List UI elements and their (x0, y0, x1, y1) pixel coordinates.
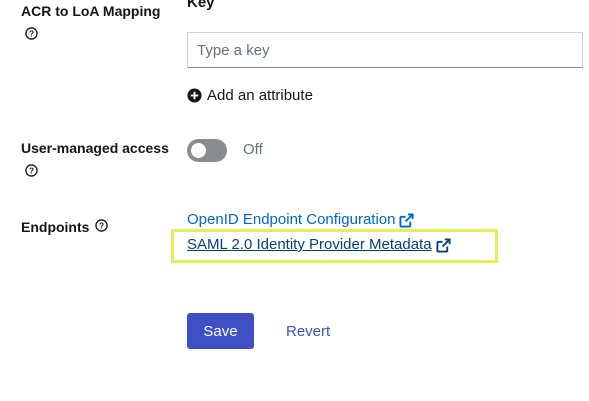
svg-text:?: ? (29, 166, 34, 176)
svg-text:?: ? (29, 29, 34, 39)
user-managed-access-label: User-managed access (21, 140, 169, 156)
save-button[interactable]: Save (187, 313, 254, 349)
acr-loa-mapping-label: ACR to LoA Mapping (21, 3, 161, 19)
plus-circle-icon (187, 87, 202, 103)
add-attribute-label: Add an attribute (207, 86, 313, 104)
key-column-heading: Key (187, 0, 215, 11)
svg-text:?: ? (99, 221, 104, 231)
external-link-icon (436, 237, 451, 253)
openid-endpoint-link-label: OpenID Endpoint Configuration (187, 211, 396, 228)
key-input[interactable] (187, 32, 583, 68)
revert-button[interactable]: Revert (272, 313, 344, 349)
user-managed-access-switch[interactable] (187, 139, 227, 162)
switch-state-text: Off (243, 141, 263, 158)
help-icon[interactable]: ? (25, 27, 38, 40)
endpoints-label: Endpoints (21, 219, 90, 235)
add-attribute-button[interactable]: Add an attribute (187, 86, 313, 104)
external-link-icon (399, 212, 415, 228)
saml-metadata-link-label: SAML 2.0 Identity Provider Metadata (187, 236, 432, 253)
help-icon[interactable]: ? (95, 219, 108, 232)
realm-settings-form: ACR to LoA Mapping ? Key Add an attribut… (0, 0, 589, 401)
switch-knob (191, 143, 206, 158)
help-icon[interactable]: ? (25, 164, 38, 177)
saml-metadata-link[interactable]: SAML 2.0 Identity Provider Metadata (187, 236, 451, 254)
openid-endpoint-link[interactable]: OpenID Endpoint Configuration (187, 211, 415, 229)
